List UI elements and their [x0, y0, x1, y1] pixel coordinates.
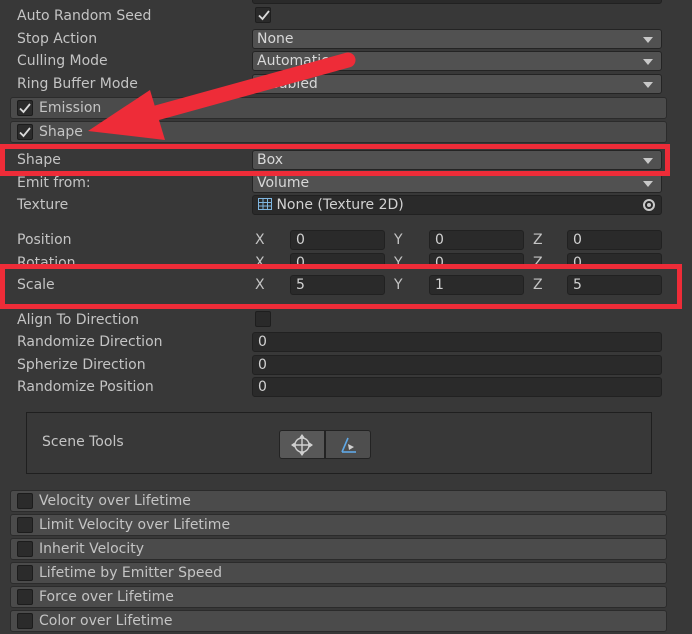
- chevron-down-icon: [643, 59, 653, 65]
- module-shape-header[interactable]: Shape: [10, 121, 667, 143]
- emit-from-label: Emit from:: [17, 175, 91, 191]
- module-limit-velocity-over-lifetime-header[interactable]: Limit Velocity over Lifetime: [10, 514, 667, 536]
- scale-row-highlight: [0, 264, 682, 309]
- object-picker-icon[interactable]: [643, 199, 655, 211]
- position-y-field[interactable]: 0: [429, 230, 524, 250]
- position-x-axis-label: X: [255, 232, 265, 248]
- scene-tools-label: Scene Tools: [42, 434, 124, 450]
- module-inherit-velocity-header[interactable]: Inherit Velocity: [10, 538, 667, 560]
- module-shape-toggle[interactable]: [17, 124, 33, 140]
- culling-mode-value: Automatic: [257, 53, 329, 69]
- move-shape-tool-button[interactable]: [279, 430, 325, 459]
- texture-value: None (Texture 2D): [276, 197, 404, 213]
- checkmark-icon: [19, 103, 31, 114]
- module-shape-label: Shape: [39, 124, 83, 140]
- module-label: Inherit Velocity: [39, 541, 144, 557]
- module-velocity-over-lifetime-header[interactable]: Velocity over Lifetime: [10, 490, 667, 512]
- module-toggle[interactable]: [17, 613, 33, 629]
- stop-action-value: None: [257, 31, 294, 47]
- ring-buffer-mode-dropdown[interactable]: Disabled: [252, 74, 662, 94]
- randomize-direction-label: Randomize Direction: [17, 334, 163, 350]
- texture-object-field[interactable]: None (Texture 2D): [252, 195, 662, 215]
- edit-shape-icon: [341, 437, 356, 453]
- module-toggle[interactable]: [17, 589, 33, 605]
- module-toggle[interactable]: [17, 493, 33, 509]
- texture-label: Texture: [17, 197, 69, 213]
- module-lifetime-by-emitter-speed-header[interactable]: Lifetime by Emitter Speed: [10, 562, 667, 584]
- stop-action-label: Stop Action: [17, 31, 98, 47]
- culling-mode-label: Culling Mode: [17, 53, 108, 69]
- checkmark-icon: [258, 10, 270, 21]
- chevron-down-icon: [643, 181, 653, 187]
- top-field-remnant: [252, 0, 662, 4]
- module-toggle[interactable]: [17, 541, 33, 557]
- position-y-axis-label: Y: [394, 232, 403, 248]
- culling-mode-dropdown[interactable]: Automatic: [252, 51, 662, 71]
- auto-random-seed-checkbox[interactable]: [255, 7, 271, 23]
- module-label: Color over Lifetime: [39, 613, 173, 629]
- randomize-direction-field[interactable]: 0: [252, 332, 662, 352]
- position-x-field[interactable]: 0: [290, 230, 385, 250]
- module-toggle[interactable]: [17, 517, 33, 533]
- spherize-direction-label: Spherize Direction: [17, 357, 146, 373]
- chevron-down-icon: [643, 82, 653, 88]
- module-label: Force over Lifetime: [39, 589, 174, 605]
- stop-action-dropdown[interactable]: None: [252, 29, 662, 49]
- edit-shape-tool-button[interactable]: [325, 430, 371, 459]
- ring-buffer-mode-value: Disabled: [257, 76, 318, 92]
- move-tool-icon: [291, 434, 313, 456]
- spherize-direction-field[interactable]: 0: [252, 355, 662, 375]
- emit-from-value: Volume: [257, 175, 310, 191]
- align-to-direction-checkbox[interactable]: [255, 311, 271, 327]
- module-label: Velocity over Lifetime: [39, 493, 191, 509]
- module-force-over-lifetime-header[interactable]: Force over Lifetime: [10, 586, 667, 608]
- checkmark-icon: [19, 127, 31, 138]
- scene-tools-panel: Scene Tools: [26, 412, 652, 474]
- randomize-position-label: Randomize Position: [17, 379, 154, 395]
- randomize-position-field[interactable]: 0: [252, 377, 662, 397]
- module-toggle[interactable]: [17, 565, 33, 581]
- emit-from-dropdown[interactable]: Volume: [252, 173, 662, 193]
- auto-random-seed-label: Auto Random Seed: [17, 8, 152, 24]
- position-z-axis-label: Z: [533, 232, 543, 248]
- position-z-field[interactable]: 0: [567, 230, 662, 250]
- ring-buffer-mode-label: Ring Buffer Mode: [17, 76, 138, 92]
- module-label: Limit Velocity over Lifetime: [39, 517, 231, 533]
- module-emission-label: Emission: [39, 100, 102, 116]
- chevron-down-icon: [643, 37, 653, 43]
- module-emission-toggle[interactable]: [17, 100, 33, 116]
- shape-row-highlight: [0, 144, 670, 176]
- texture-icon: [258, 198, 272, 210]
- module-color-over-lifetime-header[interactable]: Color over Lifetime: [10, 610, 667, 632]
- module-label: Lifetime by Emitter Speed: [39, 565, 222, 581]
- position-label: Position: [17, 232, 72, 248]
- module-emission-header[interactable]: Emission: [10, 97, 667, 119]
- align-to-direction-label: Align To Direction: [17, 312, 140, 328]
